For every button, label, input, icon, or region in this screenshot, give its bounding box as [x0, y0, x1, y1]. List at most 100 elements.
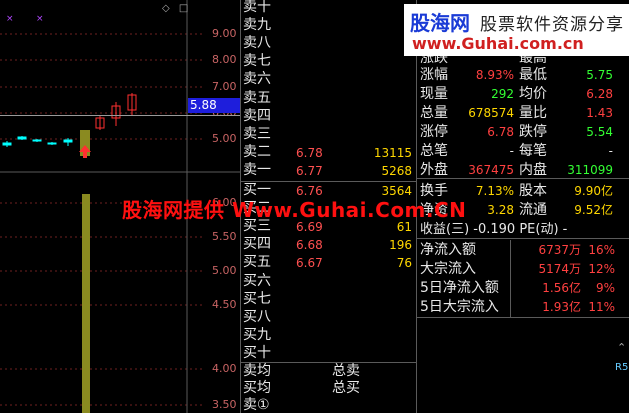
sell-level-label: 卖五: [243, 89, 271, 106]
fund-flow-label: 5日净流入额: [420, 280, 499, 296]
buy-average-label: 买均: [243, 380, 271, 396]
fund-flow-percent: 16%: [588, 243, 615, 257]
fund-flow-value: 1.93亿: [542, 300, 581, 314]
price-tick-label: 5.50: [212, 230, 237, 243]
sell-average-label: 卖均: [243, 363, 271, 379]
fund-flow-percent: 9%: [595, 281, 615, 295]
buy-level-label: 买十: [243, 344, 271, 361]
quote-field-label: 总笔: [420, 143, 448, 159]
quote-field-label: 股本: [519, 183, 547, 199]
quote-field-value: 8.93%: [475, 68, 514, 82]
quote-field-value: 5.75: [586, 68, 613, 82]
sell-level-label: 卖二: [243, 143, 271, 160]
sell-level-price[interactable]: 6.77: [296, 164, 323, 179]
sell-level-label: 卖一: [243, 161, 271, 178]
watermark-url: www.Guhai.com.cn: [412, 34, 584, 53]
buy-level-label: 买七: [243, 290, 271, 307]
watermark-overlay-text: 股海网提供 Www.Guhai.Com.CN: [122, 198, 467, 222]
quote-field-value: 292: [491, 87, 514, 101]
candle-body: [32, 139, 42, 142]
quote-field-label: 最低: [519, 67, 547, 83]
quote-field-label: 现量: [420, 86, 448, 102]
price-tick-label: 5.00: [212, 264, 237, 277]
price-tick-label: 5.00: [212, 132, 237, 145]
price-tick-label: 8.00: [212, 53, 237, 66]
diamond-icon[interactable]: ◇: [162, 3, 170, 14]
chart-toolbar-icons[interactable]: ◇ □: [162, 3, 188, 14]
quote-field-label: 外盘: [420, 162, 448, 178]
quote-field-label: 均价: [519, 86, 547, 102]
buy-level-price[interactable]: 6.68: [296, 238, 323, 253]
current-price-line: [0, 115, 240, 116]
sell-level-label: 卖六: [243, 71, 271, 88]
price-tick-label: 3.50: [212, 398, 237, 411]
watermark-banner: 股海网 股票软件资源分享 www.Guhai.com.cn: [404, 4, 629, 56]
sell-level-volume: 13115: [373, 145, 412, 160]
quote-field-value: -: [509, 144, 514, 158]
watermark-slogan: 股票软件资源分享: [480, 15, 624, 35]
marker-x-icon: ×: [6, 14, 14, 24]
candlestick-series: [2, 93, 137, 158]
divider-quote-stats: [417, 178, 629, 179]
quote-field-value: 6.28: [586, 87, 613, 101]
buy-level-label: 买八: [243, 308, 271, 325]
candle-body: [17, 136, 27, 140]
marker-x-icon: ×: [36, 14, 44, 24]
price-tick-label: 4.50: [212, 298, 237, 311]
r5-tab[interactable]: R5: [615, 362, 628, 373]
candle-body: [2, 142, 12, 146]
quote-field-value: 678574: [468, 106, 514, 120]
divider-quote-flows: [417, 238, 629, 239]
candle-body: [63, 139, 73, 143]
fund-flow-percent: 12%: [588, 262, 615, 276]
buy-level-label: 买四: [243, 236, 271, 253]
sell-level-volume: 5268: [381, 163, 412, 178]
fund-flow-value: 6737万: [538, 243, 581, 257]
quote-field-label: 流通: [519, 202, 547, 218]
sell-level-label: 卖七: [243, 53, 271, 70]
quote-field-value: 9.52亿: [574, 203, 613, 217]
price-tick-label: 4.00: [212, 362, 237, 375]
sell-one-label: 卖①: [243, 397, 270, 413]
watermark-logo: 股海网: [410, 11, 470, 35]
quote-field-value: 3.28: [487, 203, 514, 217]
quote-field-label: 总量: [420, 105, 448, 121]
quote-field-label: 每笔: [519, 143, 547, 159]
quote-field-label: 涨幅: [420, 67, 448, 83]
quote-field-label: 涨停: [420, 124, 448, 140]
fund-flow-label: 净流入额: [420, 242, 476, 258]
quote-field-value: 6.78: [487, 125, 514, 139]
buy-level-volume: 76: [396, 256, 412, 271]
quote-field-label: 量比: [519, 105, 547, 121]
fund-flow-label: 大宗流入: [420, 261, 476, 277]
buy-level-volume: 196: [389, 238, 412, 253]
buy-level-label: 买六: [243, 272, 271, 289]
quote-field-value: 1.43: [586, 106, 613, 120]
quote-field-label: 内盘: [519, 162, 547, 178]
buy-level-label: 买五: [243, 254, 271, 271]
quote-field-value: 7.13%: [475, 184, 514, 198]
buy-level-price[interactable]: 6.67: [296, 256, 323, 271]
total-buy-label: 总买: [332, 380, 360, 396]
fund-flow-label: 5日大宗流入: [420, 299, 499, 315]
total-sell-label: 总卖: [332, 363, 360, 379]
divider-quote-bottom: [417, 317, 629, 318]
price-tick-label: 9.00: [212, 27, 237, 40]
quote-field-value: 311099: [567, 163, 613, 177]
sell-level-label: 卖八: [243, 35, 271, 52]
quote-field-value: 9.90亿: [574, 184, 613, 198]
earnings-row: 收益(三) -0.190 PE(动) -: [420, 222, 568, 237]
fund-flow-value: 1.56亿: [542, 281, 581, 295]
sell-level-price[interactable]: 6.78: [296, 146, 323, 161]
fund-flow-value: 5174万: [538, 262, 581, 276]
scroll-up-icon[interactable]: ⌃: [617, 341, 626, 354]
sell-level-label: 卖十: [243, 0, 271, 15]
quote-field-value: -: [608, 144, 613, 158]
square-icon[interactable]: □: [179, 3, 188, 14]
sell-level-label: 卖三: [243, 125, 271, 142]
quote-field-value: 5.54: [586, 125, 613, 139]
quote-field-label: 跌停: [519, 124, 547, 140]
quote-field-value: 367475: [468, 163, 514, 177]
fund-flow-percent: 11%: [588, 300, 615, 314]
divider-flows-inner: [510, 240, 511, 317]
